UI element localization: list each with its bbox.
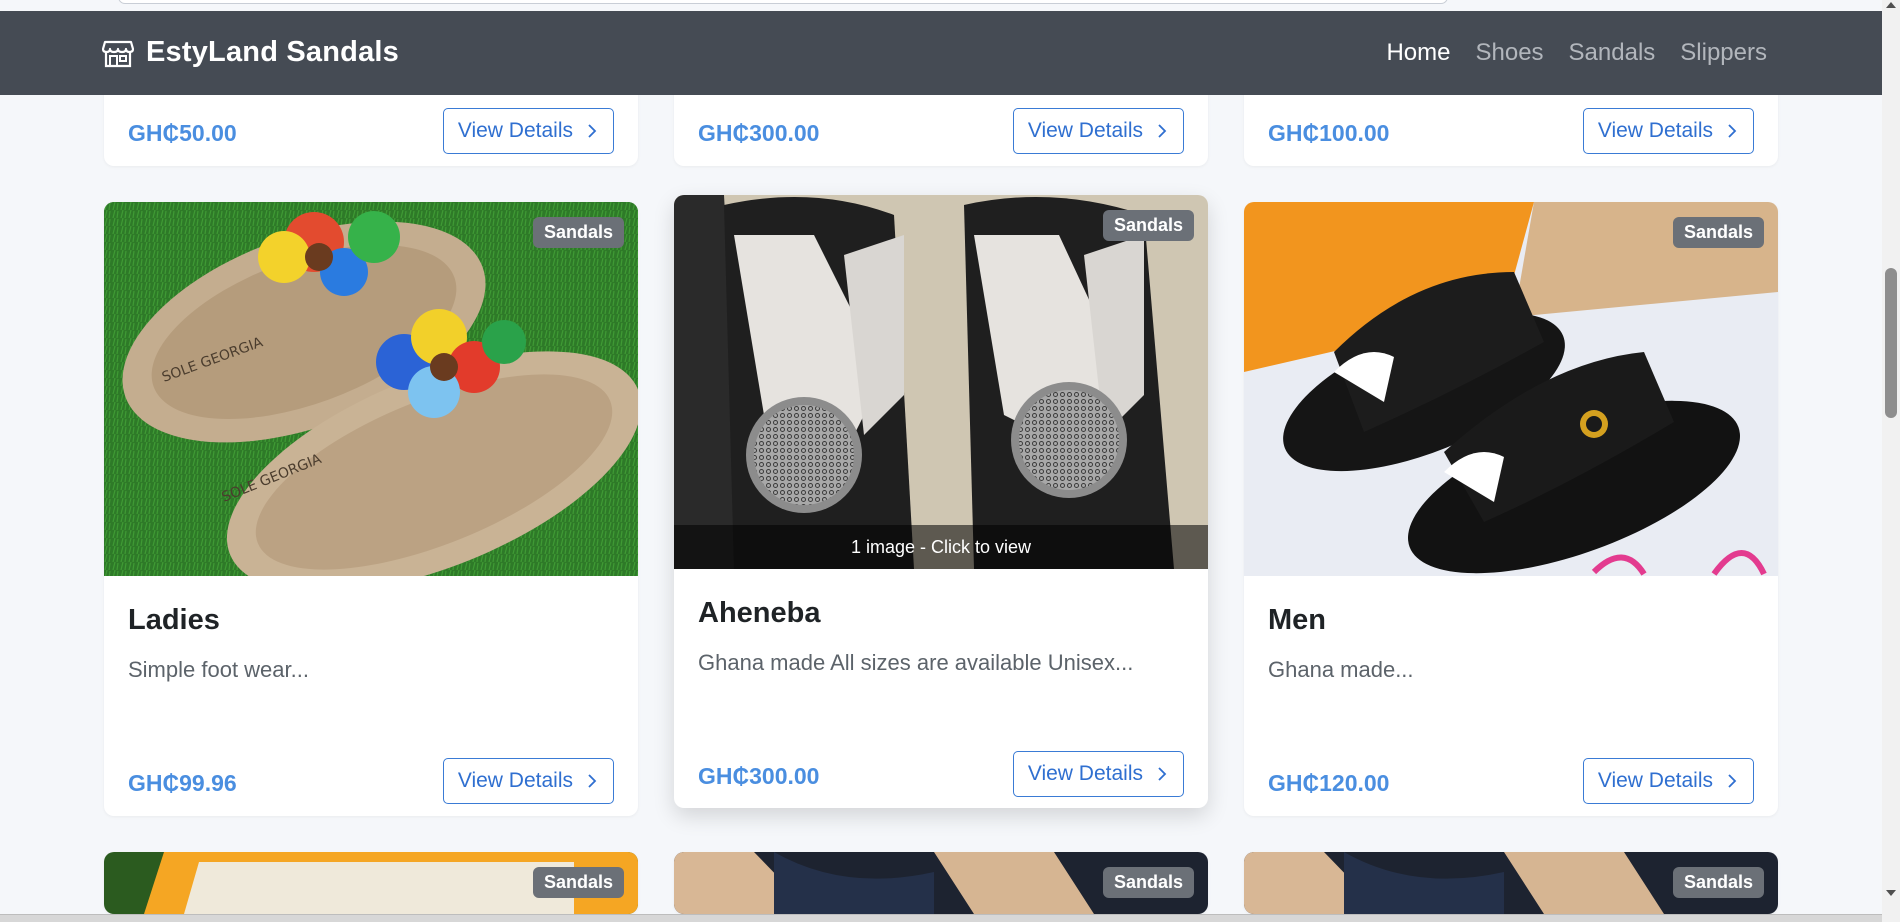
- nav-slippers[interactable]: Slippers: [1680, 39, 1767, 67]
- chevron-right-icon: [1728, 124, 1737, 138]
- scroll-up-arrow-icon[interactable]: [1886, 2, 1896, 8]
- product-price: GH₵100.00: [1268, 120, 1390, 146]
- category-badge: Sandals: [1672, 217, 1764, 248]
- category-badge: Sandals: [1102, 210, 1194, 241]
- view-details-button[interactable]: View Details: [1012, 751, 1184, 797]
- product-image[interactable]: Sandals: [1244, 202, 1778, 576]
- nav-links: Home Shoes Sandals Slippers: [1386, 39, 1767, 67]
- vertical-scrollbar[interactable]: [1882, 0, 1900, 922]
- chevron-right-icon: [588, 124, 597, 138]
- chevron-right-icon: [1158, 124, 1167, 138]
- image-count-overlay[interactable]: 1 image - Click to view: [674, 525, 1208, 569]
- nav-home[interactable]: Home: [1386, 39, 1450, 67]
- product-image[interactable]: Sandals 1 image - Click to view: [674, 195, 1208, 569]
- view-details-button[interactable]: View Details: [442, 108, 614, 154]
- scroll-down-arrow-icon[interactable]: [1886, 890, 1896, 896]
- product-card-men[interactable]: Sandals Men Ghana made... GH₵120.00 View…: [1244, 202, 1778, 816]
- product-title: Men: [1268, 604, 1326, 636]
- view-details-button[interactable]: View Details: [1012, 108, 1184, 154]
- product-image[interactable]: SOLE GEORGIA SOLE GEORGIA Sandals: [104, 202, 638, 576]
- product-price: GH₵50.00: [128, 120, 237, 146]
- brand-name: EstyLand Sandals: [146, 36, 399, 68]
- white-sandals-image: [674, 195, 1208, 569]
- product-description: Ghana made All sizes are available Unise…: [698, 650, 1134, 675]
- beaded-sandals-image: SOLE GEORGIA SOLE GEORGIA: [104, 202, 638, 576]
- storefront-icon: [102, 40, 134, 67]
- product-card-bottom-2[interactable]: Sandals: [674, 852, 1208, 914]
- chevron-right-icon: [1158, 767, 1167, 781]
- product-grid: GH₵50.00 View Details GH₵300.00 View Det…: [0, 0, 1882, 922]
- scroll-thumb[interactable]: [1885, 268, 1897, 418]
- black-slides-image: [1244, 202, 1778, 576]
- product-card-bottom-1[interactable]: Sandals: [104, 852, 638, 914]
- product-title: Aheneba: [698, 597, 821, 629]
- view-details-button[interactable]: View Details: [1582, 108, 1754, 154]
- nav-shoes[interactable]: Shoes: [1475, 39, 1543, 67]
- chevron-right-icon: [1728, 774, 1737, 788]
- product-price: GH₵120.00: [1268, 770, 1390, 796]
- view-details-button[interactable]: View Details: [442, 758, 614, 804]
- product-price: GH₵300.00: [698, 120, 820, 146]
- category-badge: Sandals: [532, 867, 624, 898]
- nav-sandals[interactable]: Sandals: [1569, 39, 1656, 67]
- product-price: GH₵99.96: [128, 770, 237, 796]
- brand[interactable]: EstyLand Sandals: [102, 36, 399, 69]
- category-badge: Sandals: [1672, 867, 1764, 898]
- product-card-ladies[interactable]: SOLE GEORGIA SOLE GEORGIA Sandals Ladies…: [104, 202, 638, 816]
- product-description: Simple foot wear...: [128, 657, 309, 682]
- product-card-aheneba[interactable]: Sandals 1 image - Click to view Aheneba …: [674, 195, 1208, 808]
- product-price: GH₵300.00: [698, 763, 820, 789]
- product-card-bottom-3[interactable]: Sandals: [1244, 852, 1778, 914]
- product-title: Ladies: [128, 604, 220, 636]
- window-bottom-edge: [0, 914, 1882, 922]
- category-badge: Sandals: [1102, 867, 1194, 898]
- top-navbar: EstyLand Sandals Home Shoes Sandals Slip…: [0, 11, 1882, 95]
- category-badge: Sandals: [532, 217, 624, 248]
- product-description: Ghana made...: [1268, 657, 1414, 682]
- chevron-right-icon: [588, 774, 597, 788]
- view-details-button[interactable]: View Details: [1582, 758, 1754, 804]
